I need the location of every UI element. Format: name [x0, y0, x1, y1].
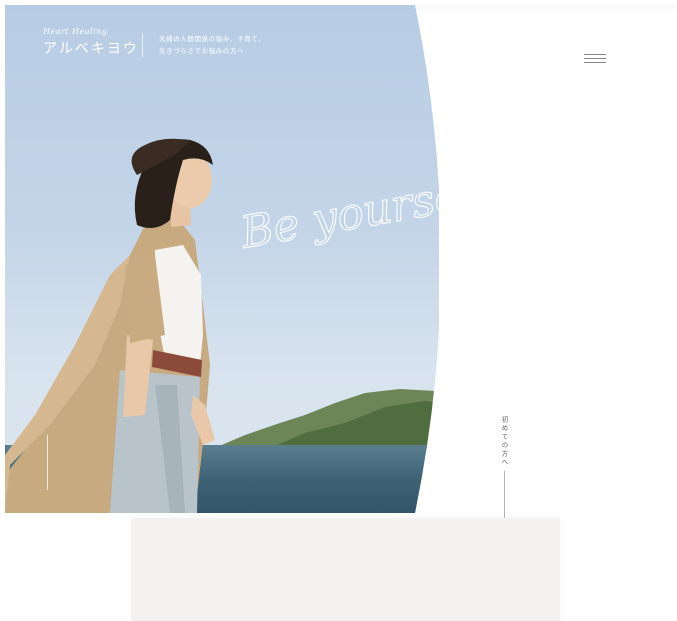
hamburger-icon-line [584, 62, 606, 63]
tagline-line-2: 生きづらさでお悩みの方へ [159, 47, 245, 55]
brand-japanese-name: アルベキヨウ [43, 41, 139, 57]
hamburger-icon [584, 54, 606, 55]
be-yourself-script: Be yourself [240, 178, 501, 260]
hamburger-icon-line [584, 58, 606, 59]
hero-divider-line [47, 435, 48, 490]
menu-button[interactable] [583, 51, 607, 65]
header-shadow [409, 5, 677, 13]
tagline-line-1: 夫婦の人間関係の悩み、子育て、 [159, 35, 266, 43]
content-panel [131, 518, 560, 621]
script-text: Be yourself [240, 178, 501, 259]
tagline: 夫婦の人間関係の悩み、子育て、 生きづらさでお悩みの方へ [159, 33, 265, 57]
first-time-link[interactable]: 初めての方へ [499, 416, 509, 467]
brand-english-name: Heart Healing [43, 27, 108, 36]
brand-logo[interactable]: Heart Healing アルベキヨウ [43, 27, 139, 58]
brand-divider [142, 33, 143, 57]
